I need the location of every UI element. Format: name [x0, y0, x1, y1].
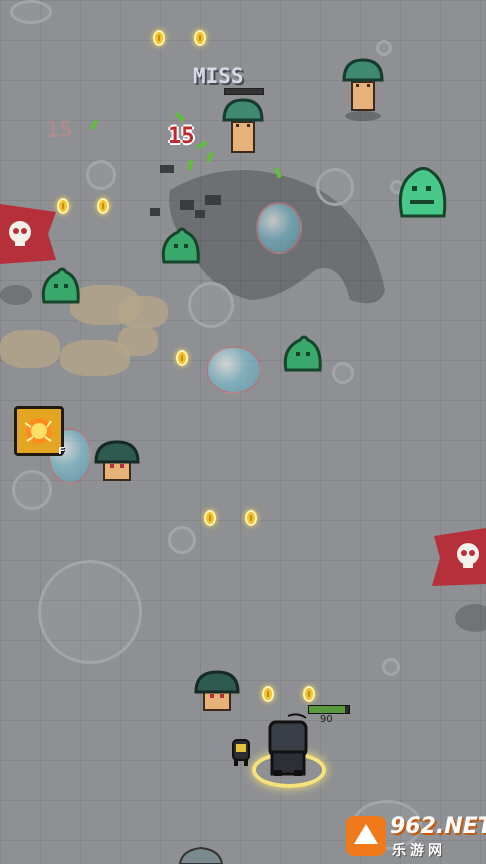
leaf-particle — [175, 111, 185, 123]
player-health-bar — [308, 705, 350, 714]
ground-crater — [188, 282, 234, 328]
helmet-soldier-enemy — [222, 98, 264, 153]
rubble — [150, 208, 160, 216]
pet-companion — [232, 739, 250, 766]
rubble — [160, 165, 174, 173]
ground-crater — [332, 362, 354, 384]
skill-slot-button[interactable]: F — [14, 406, 65, 457]
coin-icon — [176, 350, 188, 366]
coin-icon — [245, 510, 257, 526]
coin-icon — [194, 30, 206, 46]
coin-icon — [262, 686, 274, 702]
helmet-soldier-enemy — [194, 670, 240, 711]
enemy-health-bar — [224, 88, 264, 95]
leaf-particle — [196, 140, 208, 150]
ground-crater — [376, 40, 392, 56]
watermark-subtitle: 乐游网 — [392, 843, 446, 859]
player-character — [268, 713, 308, 776]
dust-cloud — [118, 296, 168, 328]
skull-flag — [432, 528, 486, 586]
leaf-particle — [89, 119, 99, 131]
dino-enemy — [398, 167, 447, 218]
enemy-partial — [178, 846, 224, 864]
slime-enemy — [283, 335, 322, 372]
slime-enemy — [161, 227, 200, 264]
coin-icon — [204, 510, 216, 526]
watermark-brand: 962.NET — [390, 814, 486, 839]
skull-flag — [0, 204, 56, 264]
ground-crater — [86, 160, 116, 190]
rubble — [195, 210, 205, 218]
coin-icon — [153, 30, 165, 46]
site-watermark: 962.NET 乐游网 — [344, 808, 486, 862]
damage-number: 15 — [168, 124, 195, 149]
helmet-soldier-enemy — [94, 440, 140, 481]
ground-crater — [382, 658, 400, 676]
game-viewport[interactable]: MISS 15 15 F 90 962.NET 乐游网 — [0, 0, 486, 864]
rubble — [180, 200, 194, 210]
bubble-projectile — [206, 346, 262, 394]
ground-crater — [10, 0, 52, 24]
rubble — [205, 195, 221, 205]
dust-cloud — [118, 326, 158, 356]
damage-number-faded: 15 — [46, 118, 73, 143]
player-hp-value: 90 — [320, 714, 333, 725]
ground-crater — [168, 526, 196, 554]
miss-text: MISS — [193, 64, 244, 88]
coin-icon — [97, 198, 109, 214]
ground-crater — [12, 470, 52, 510]
ground-crater — [316, 168, 354, 206]
skill-key-label: F — [58, 446, 65, 457]
watermark-logo-icon — [346, 816, 386, 856]
coin-icon — [303, 686, 315, 702]
ground-puddle — [0, 285, 32, 305]
coin-icon — [57, 198, 69, 214]
slime-enemy — [41, 267, 80, 304]
player-health-fill — [309, 706, 345, 713]
bubble-projectile — [256, 202, 302, 254]
virtual-joystick[interactable] — [38, 560, 142, 664]
fireball-icon — [24, 418, 52, 444]
helmet-soldier-enemy — [342, 58, 384, 121]
ground-puddle — [455, 604, 486, 632]
dust-cloud — [0, 330, 60, 368]
